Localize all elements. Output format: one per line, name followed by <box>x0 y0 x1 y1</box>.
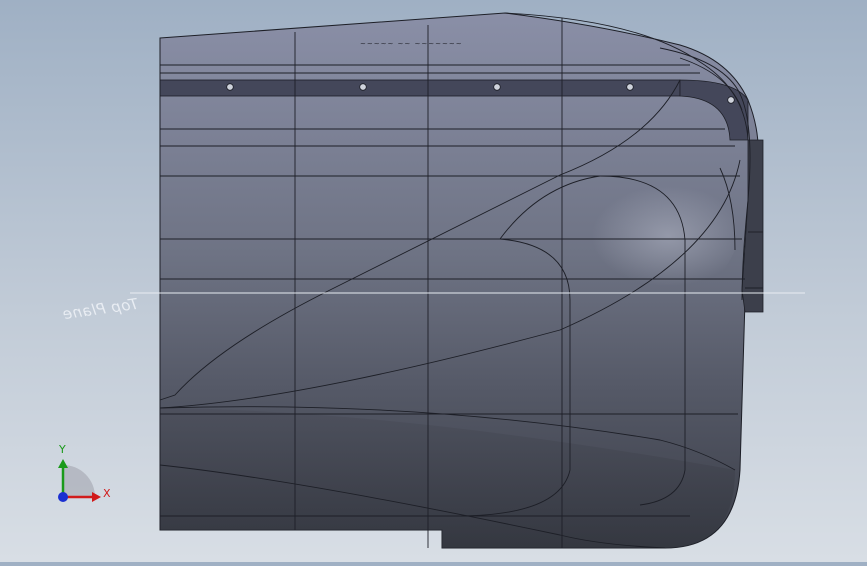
hole-2 <box>359 83 367 91</box>
model-view[interactable]: ~~~~~ ~~ ~~~~~~~ <box>0 0 867 562</box>
hole-4 <box>626 83 634 91</box>
hole-1 <box>226 83 234 91</box>
hole-3 <box>493 83 501 91</box>
triad-y-arrowhead-icon <box>58 459 68 468</box>
embossed-marking: ~~~~~ ~~ ~~~~~~~ <box>360 40 463 48</box>
triad-quadrant-shade <box>63 465 95 497</box>
triad-origin-icon <box>58 492 68 502</box>
reference-triad <box>58 459 101 502</box>
triad-x-label: X <box>103 487 111 500</box>
hole-rail <box>159 79 681 97</box>
triad-y-label: Y <box>59 443 66 456</box>
triad-x-arrowhead-icon <box>92 492 101 502</box>
graphics-viewport[interactable]: ~~~~~ ~~ ~~~~~~~ Top Plane Y X <box>0 0 867 562</box>
hole-5 <box>727 96 735 104</box>
